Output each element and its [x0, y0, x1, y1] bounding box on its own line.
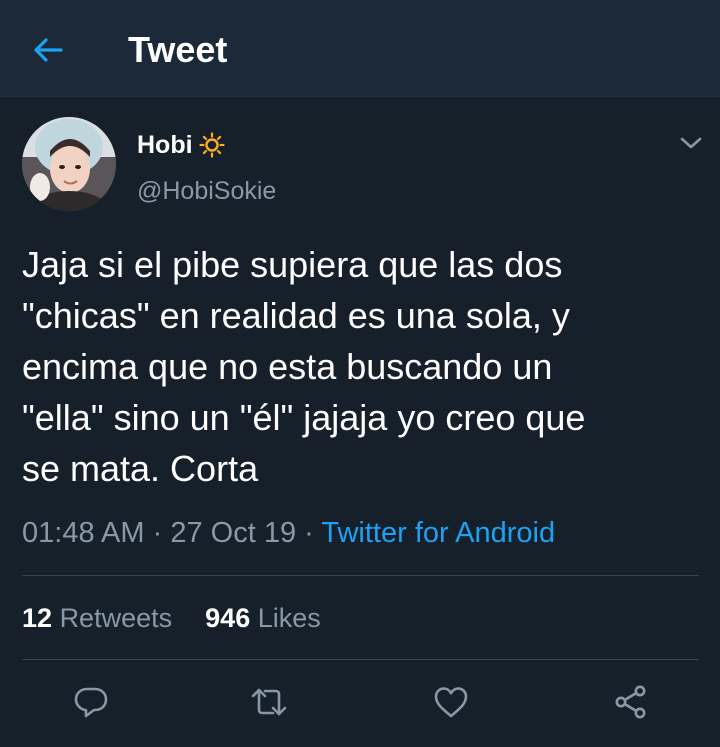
back-button[interactable] — [28, 30, 68, 70]
divider — [22, 659, 699, 660]
meta-separator: · — [304, 517, 314, 549]
tweet-stats: 12 Retweets 946 Likes — [22, 599, 321, 637]
top-bar: Tweet — [0, 0, 720, 99]
retweet-icon — [251, 688, 287, 716]
likes-label: Likes — [257, 603, 321, 633]
divider — [22, 575, 699, 576]
retweets-label: Retweets — [59, 603, 173, 633]
tweet-source-link[interactable]: Twitter for Android — [321, 517, 555, 549]
share-button[interactable] — [606, 677, 656, 727]
tweet-date: 27 Oct 19 — [170, 517, 297, 549]
arrow-left-icon — [34, 38, 63, 62]
likes-stat[interactable]: 946 Likes — [205, 599, 321, 637]
retweets-count: 12 — [22, 603, 53, 633]
avatar-image — [22, 117, 116, 211]
tweet-detail: Hobi @HobiSokie Jaja si el pibe supiera … — [0, 99, 720, 747]
sun-icon — [198, 132, 225, 158]
retweet-button[interactable] — [244, 677, 294, 727]
likes-count: 946 — [205, 603, 251, 633]
page-title: Tweet — [128, 29, 228, 70]
like-button[interactable] — [426, 677, 476, 727]
tweet-time: 01:48 AM — [22, 517, 145, 549]
display-name-text: Hobi — [137, 131, 193, 159]
tweet-meta: 01:48 AM · 27 Oct 19 · Twitter for Andro… — [22, 513, 555, 553]
author-name[interactable]: Hobi — [137, 129, 225, 161]
chevron-down-icon — [680, 137, 702, 149]
retweets-stat[interactable]: 12 Retweets — [22, 599, 172, 637]
meta-separator: · — [152, 517, 163, 549]
avatar[interactable] — [22, 117, 116, 211]
tweet-actions — [0, 677, 720, 727]
tweet-menu-button[interactable] — [676, 131, 706, 155]
author-handle[interactable]: @HobiSokie — [137, 175, 276, 207]
share-icon — [615, 685, 646, 719]
like-icon — [434, 687, 468, 718]
reply-icon — [74, 687, 108, 718]
reply-button[interactable] — [66, 677, 116, 727]
tweet-text: Jaja si el pibe supiera que las dos "chi… — [22, 244, 586, 489]
